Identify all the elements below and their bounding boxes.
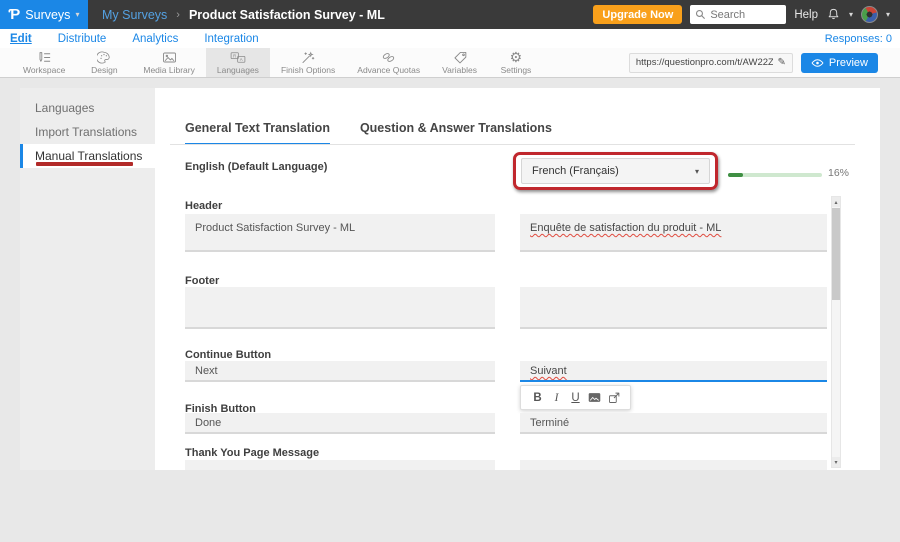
translation-progress-percent: 16% <box>828 167 849 179</box>
workspace-icon <box>37 50 52 64</box>
search-icon <box>695 9 706 20</box>
sidebar-item-import-translations[interactable]: Import Translations <box>20 120 155 144</box>
search-input[interactable] <box>710 9 781 21</box>
format-toolbar: B I U <box>520 385 631 410</box>
survey-link-area: ✎ Preview <box>629 48 900 77</box>
topbar: Ƥ Surveys ▾ My Surveys › Product Satisfa… <box>0 0 900 29</box>
translation-progress-bar <box>728 173 822 177</box>
scrollbar-thumb[interactable] <box>832 208 840 300</box>
annotation-red-underline <box>36 162 133 166</box>
nav-tab-distribute[interactable]: Distribute <box>58 33 107 45</box>
ribbon-item-finish-options[interactable]: Finish Options <box>270 48 346 77</box>
insert-link-button[interactable] <box>604 389 623 406</box>
tag-icon <box>453 50 467 64</box>
ribbon-item-media-library[interactable]: Media Library <box>132 48 206 77</box>
ribbon-item-advance-quotas[interactable]: Advance Quotas <box>346 48 431 77</box>
chevron-down-icon: ▾ <box>886 10 890 19</box>
translation-tabs: General Text Translation Question & Answ… <box>185 121 552 145</box>
translations-sidebar: Languages Import Translations Manual Tra… <box>20 88 155 470</box>
questionpro-logo: Ƥ <box>9 6 21 23</box>
ribbon-item-design[interactable]: Design <box>76 48 132 77</box>
translate-icon: RA <box>230 50 246 64</box>
target-language-dropdown[interactable]: French (Français) ▾ <box>521 158 710 184</box>
field-label-continue-button: Continue Button <box>185 349 271 361</box>
svg-text:R: R <box>233 53 236 58</box>
chain-links-icon <box>381 50 396 64</box>
ribbon-item-settings[interactable]: ⚙ Settings <box>488 48 544 77</box>
survey-nav: Edit Distribute Analytics Integration Re… <box>0 29 900 48</box>
page-title: Product Satisfaction Survey - ML <box>189 8 385 22</box>
insert-image-button[interactable] <box>585 389 604 406</box>
palette-icon <box>97 50 111 64</box>
magic-wand-icon <box>301 50 315 64</box>
tab-question-answer-translations[interactable]: Question & Answer Translations <box>360 121 552 145</box>
italic-button[interactable]: I <box>547 389 566 406</box>
ribbon-item-languages[interactable]: RA Languages <box>206 48 270 77</box>
languages-panel: Languages Import Translations Manual Tra… <box>20 88 880 470</box>
gear-icon: ⚙ <box>510 50 523 64</box>
user-avatar[interactable] <box>861 6 878 23</box>
survey-url-input[interactable] <box>636 57 774 68</box>
ribbon-item-variables[interactable]: Variables <box>431 48 488 77</box>
scroll-up-arrow[interactable]: ▴ <box>832 197 840 207</box>
footer-target-textarea[interactable] <box>520 287 827 329</box>
product-name: Surveys <box>25 8 70 22</box>
thankyou-target-textarea[interactable] <box>520 460 827 470</box>
tab-general-text-translation[interactable]: General Text Translation <box>185 121 330 145</box>
breadcrumb-my-surveys[interactable]: My Surveys <box>102 8 167 22</box>
header-target-textarea[interactable]: Enquête de satisfaction du produit - ML <box>520 214 827 252</box>
nav-tab-edit[interactable]: Edit <box>10 33 32 45</box>
svg-text:A: A <box>240 57 243 62</box>
translation-progress-fill <box>728 173 743 177</box>
manual-translations-content: General Text Translation Question & Answ… <box>155 88 880 470</box>
survey-url-field[interactable]: ✎ <box>629 53 793 73</box>
sidebar-item-manual-translations[interactable]: Manual Translations <box>20 144 155 168</box>
chevron-down-icon: ▾ <box>75 10 79 19</box>
help-link[interactable]: Help <box>794 9 818 21</box>
content-scrollbar[interactable]: ▴ ▾ <box>831 196 841 468</box>
chevron-down-icon: ▾ <box>695 167 699 176</box>
thankyou-source-textarea[interactable] <box>185 460 495 470</box>
upgrade-now-button[interactable]: Upgrade Now <box>593 5 682 24</box>
field-label-footer: Footer <box>185 275 219 287</box>
footer-source-textarea[interactable] <box>185 287 495 329</box>
continue-target-input[interactable]: Suivant <box>520 361 827 382</box>
field-label-header: Header <box>185 200 222 212</box>
nav-tab-integration[interactable]: Integration <box>204 33 258 45</box>
nav-tab-analytics[interactable]: Analytics <box>132 33 178 45</box>
global-search[interactable] <box>690 5 786 24</box>
sidebar-item-languages[interactable]: Languages <box>20 96 155 120</box>
annotation-red-box: French (Français) ▾ <box>513 152 718 190</box>
edit-ribbon: Workspace Design Media Library RA Langua… <box>0 48 900 78</box>
field-label-thank-you-page-message: Thank You Page Message <box>185 447 319 459</box>
finish-target-input[interactable]: Terminé <box>520 413 827 434</box>
responses-count[interactable]: Responses: 0 <box>825 33 900 45</box>
continue-source-input[interactable]: Next <box>185 361 495 382</box>
preview-button[interactable]: Preview <box>801 53 878 73</box>
tab-divider <box>170 144 855 145</box>
bold-button[interactable]: B <box>528 389 547 406</box>
breadcrumb: My Surveys › Product Satisfaction Survey… <box>102 8 385 22</box>
scroll-down-arrow[interactable]: ▾ <box>832 457 840 467</box>
ribbon-item-workspace[interactable]: Workspace <box>12 48 76 77</box>
product-switcher[interactable]: Ƥ Surveys ▾ <box>0 0 88 29</box>
source-language-label: English (Default Language) <box>185 161 327 173</box>
breadcrumb-separator: › <box>176 9 180 21</box>
image-icon <box>162 50 177 64</box>
edit-url-pencil-icon[interactable]: ✎ <box>777 57 785 68</box>
header-source-textarea[interactable]: Product Satisfaction Survey - ML <box>185 214 495 252</box>
chevron-down-icon: ▾ <box>849 10 853 19</box>
underline-button[interactable]: U <box>566 389 585 406</box>
notifications-bell-icon[interactable] <box>826 7 841 22</box>
eye-icon <box>811 58 824 68</box>
finish-source-input[interactable]: Done <box>185 413 495 434</box>
topbar-actions: Upgrade Now Help ▾ ▾ <box>593 5 900 24</box>
